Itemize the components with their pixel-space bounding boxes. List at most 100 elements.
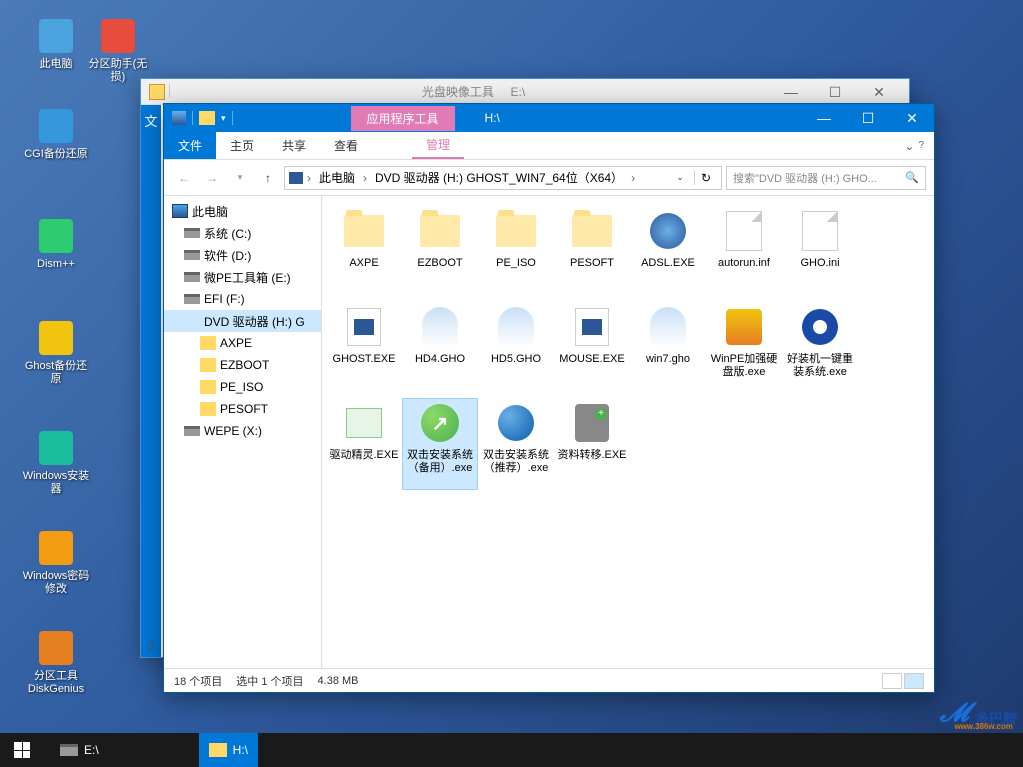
file-item[interactable]: ADSL.EXE <box>630 206 706 298</box>
explorer-body: 此电脑系统 (C:)软件 (D:)微PE工具箱 (E:)EFI (F:)DVD … <box>164 196 934 668</box>
partition-icon <box>100 18 136 54</box>
tab-view[interactable]: 查看 <box>320 132 372 159</box>
recent-button[interactable]: ▾ <box>228 166 252 190</box>
dropdown-icon[interactable]: ▾ <box>221 113 226 124</box>
file-label: AXPE <box>349 257 378 270</box>
file-item[interactable]: MOUSE.EXE <box>554 302 630 394</box>
ribbon-tabs: 文件 主页 共享 查看 管理 ⌄ ? <box>164 132 934 160</box>
search-placeholder: 搜索"DVD 驱动器 (H:) GHO... <box>733 170 877 186</box>
tab-manage[interactable]: 管理 <box>412 132 464 159</box>
tab-home[interactable]: 主页 <box>216 132 268 159</box>
file-content-area[interactable]: AXPE EZBOOT PE_ISOPESOFTADSL.EXEautorun.in… <box>322 196 934 668</box>
file-item[interactable]: win7.gho <box>630 302 706 394</box>
file-item[interactable]: 双击安装系统（备用）.exe <box>402 398 478 490</box>
folder-icon[interactable] <box>199 111 215 125</box>
context-tab-apptools[interactable]: 应用程序工具 <box>351 106 455 131</box>
desktop-icon-partition[interactable]: 分区助手(无损) <box>82 18 154 84</box>
bg-context-tab: 光盘映像工具 <box>422 85 494 99</box>
start-button[interactable] <box>0 733 44 767</box>
tree-item[interactable]: PE_ISO <box>164 376 321 398</box>
tree-item[interactable]: EZBOOT <box>164 354 321 376</box>
desktop-icon-winpwd[interactable]: Windows密码修改 <box>20 530 92 596</box>
tab-share[interactable]: 共享 <box>268 132 320 159</box>
tree-item[interactable]: 系统 (C:) <box>164 222 321 244</box>
status-item-count: 18 个项目 <box>174 673 222 689</box>
close-button[interactable]: ✕ <box>890 104 934 132</box>
file-label: HD4.GHO <box>415 353 465 366</box>
close-button[interactable]: ✕ <box>857 80 901 104</box>
nav-tree: 此电脑系统 (C:)软件 (D:)微PE工具箱 (E:)EFI (F:)DVD … <box>164 196 322 668</box>
forward-button[interactable]: → <box>200 166 224 190</box>
tree-item[interactable]: EFI (F:) <box>164 288 321 310</box>
address-bar[interactable]: › 此电脑 › DVD 驱动器 (H:) GHOST_WIN7_64位（X64）… <box>284 166 722 190</box>
tab-file[interactable]: 文件 <box>164 132 216 159</box>
back-button[interactable]: ← <box>172 166 196 190</box>
new-folder-icon[interactable] <box>192 111 193 125</box>
breadcrumb-pc[interactable]: 此电脑 <box>315 169 359 186</box>
nav-bar: ← → ▾ ↑ › 此电脑 › DVD 驱动器 (H:) GHOST_WIN7_… <box>164 160 934 196</box>
breadcrumb-drive[interactable]: DVD 驱动器 (H:) GHOST_WIN7_64位（X64） <box>371 169 627 186</box>
up-button[interactable]: ↑ <box>256 166 280 190</box>
tree-item[interactable]: DVD 驱动器 (H:) G <box>164 310 321 332</box>
file-item[interactable]: HD5.GHO <box>478 302 554 394</box>
bg-file-tab: 文 <box>141 105 161 657</box>
details-view-button[interactable] <box>882 673 902 689</box>
file-item[interactable]: 驱动精灵.EXE <box>326 398 402 490</box>
maximize-button[interactable]: ☐ <box>846 104 890 132</box>
file-label: 驱动精灵.EXE <box>329 449 398 462</box>
dropdown-history[interactable]: ⌄ <box>670 172 690 183</box>
disk-icon <box>184 228 200 238</box>
file-item[interactable]: HD4.GHO <box>402 302 478 394</box>
search-icon[interactable]: 🔍 <box>905 171 919 184</box>
file-item[interactable]: GHO.ini <box>782 206 858 298</box>
file-item[interactable]: 双击安装系统（推荐）.exe <box>478 398 554 490</box>
file-item[interactable]: +资料转移.EXE <box>554 398 630 490</box>
tree-item[interactable]: 微PE工具箱 (E:) <box>164 266 321 288</box>
search-box[interactable]: 搜索"DVD 驱动器 (H:) GHO... 🔍 <box>726 166 926 190</box>
icons-view-button[interactable] <box>904 673 924 689</box>
fg-title-bar[interactable]: ▾ 应用程序工具 H:\ — ☐ ✕ <box>164 104 934 132</box>
disk-icon <box>184 294 200 304</box>
file-icon <box>570 209 614 253</box>
minimize-button[interactable]: — <box>769 80 813 104</box>
file-label: 双击安装系统（推荐）.exe <box>481 449 551 474</box>
tree-item[interactable]: PESOFT <box>164 398 321 420</box>
refresh-button[interactable]: ↻ <box>694 171 717 185</box>
maximize-button[interactable]: ☐ <box>813 80 857 104</box>
file-label: 资料转移.EXE <box>557 449 626 462</box>
file-item[interactable]: WinPE加强硬盘版.exe <box>706 302 782 394</box>
properties-icon[interactable] <box>172 111 186 125</box>
tree-item[interactable]: 软件 (D:) <box>164 244 321 266</box>
cgi-icon <box>38 108 74 144</box>
tree-item[interactable]: 此电脑 <box>164 200 321 222</box>
tree-item[interactable]: WEPE (X:) <box>164 420 321 442</box>
chevron-right-icon[interactable]: › <box>631 171 635 185</box>
quick-access-toolbar: ▾ <box>164 111 241 125</box>
file-item[interactable]: AXPE <box>326 206 402 298</box>
desktop-icon-dism[interactable]: Dism++ <box>20 218 92 271</box>
window-controls: — ☐ ✕ <box>802 104 934 132</box>
file-item[interactable]: PE_ISO <box>478 206 554 298</box>
file-item[interactable]: autorun.inf <box>706 206 782 298</box>
file-label: EZBOOT <box>417 257 462 270</box>
chevron-right-icon[interactable]: › <box>307 171 311 185</box>
taskbar-task[interactable]: H:\ <box>199 733 258 767</box>
taskbar: E:\ H:\ <box>0 733 1023 767</box>
ribbon-expand-button[interactable]: ⌄ ? <box>894 132 934 159</box>
chevron-right-icon[interactable]: › <box>363 171 367 185</box>
desktop-icon-ghost[interactable]: Ghost备份还原 <box>20 320 92 386</box>
desktop-icon-cgi[interactable]: CGI备份还原 <box>20 108 92 161</box>
file-item[interactable]: EZBOOT <box>402 206 478 298</box>
tree-item[interactable]: AXPE <box>164 332 321 354</box>
minimize-button[interactable]: — <box>802 104 846 132</box>
desktop-icon-diskgenius[interactable]: 分区工具DiskGenius <box>20 630 92 696</box>
file-icon <box>342 305 386 349</box>
file-item[interactable]: 好装机一键重装系统.exe <box>782 302 858 394</box>
file-label: GHOST.EXE <box>333 353 396 366</box>
bg-window-controls: — ☐ ✕ <box>769 80 901 104</box>
file-item[interactable]: PESOFT <box>554 206 630 298</box>
status-bar: 18 个项目 选中 1 个项目 4.38 MB <box>164 668 934 692</box>
file-item[interactable]: GHOST.EXE <box>326 302 402 394</box>
taskbar-task[interactable]: E:\ <box>50 733 109 767</box>
desktop-icon-wininst[interactable]: Windows安装器 <box>20 430 92 496</box>
